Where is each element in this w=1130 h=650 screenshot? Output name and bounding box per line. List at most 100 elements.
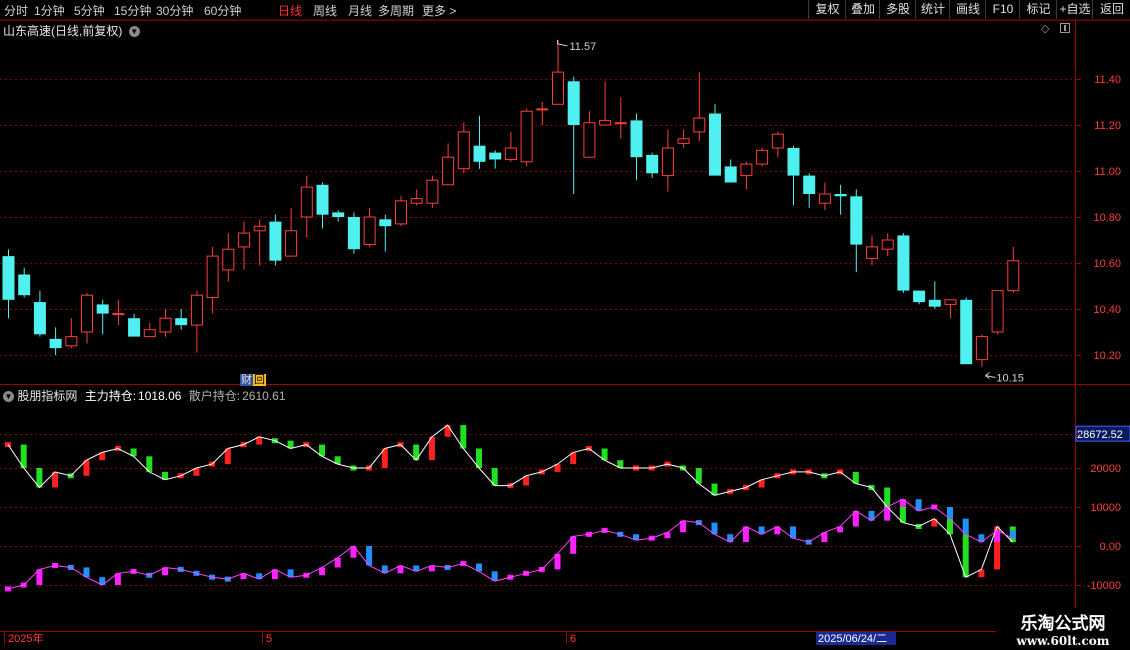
candle-body xyxy=(238,232,250,248)
candle-body xyxy=(881,239,894,250)
candle xyxy=(646,152,659,178)
candle-body xyxy=(300,186,313,218)
watermark-line1: 乐淘公式网 xyxy=(1020,614,1106,634)
high-marker-label: 11.57 xyxy=(570,41,597,53)
chevron-down-icon[interactable]: ▼ xyxy=(3,391,14,403)
watermark-logo: 乐淘公式网 www.60lt.com xyxy=(996,608,1130,650)
candle-body xyxy=(473,145,486,162)
candle xyxy=(567,76,580,194)
candle-body xyxy=(646,154,659,174)
x-tick-label: 2025年 xyxy=(8,631,43,645)
candles xyxy=(2,39,1020,367)
candle xyxy=(473,115,486,169)
candle xyxy=(49,327,62,355)
candle xyxy=(238,221,250,270)
stock-title: 山东高速(日线,前复权) xyxy=(3,24,123,38)
candle xyxy=(897,233,910,293)
candle-body xyxy=(410,198,423,204)
main-label: 主力持仓: xyxy=(84,389,137,403)
x-tick-label: 5 xyxy=(266,633,272,645)
candle-body xyxy=(834,194,847,197)
candle-body xyxy=(630,120,643,158)
candle xyxy=(81,292,93,344)
x-axis-labels: 2025年 5 6 2025/06/24/二 xyxy=(4,631,896,645)
candle xyxy=(457,122,470,174)
candle-body xyxy=(128,318,141,337)
diamond-icon[interactable]: ◇ xyxy=(1041,22,1049,35)
review-tag[interactable]: 回 xyxy=(253,374,266,386)
candle-body xyxy=(332,212,345,217)
candle xyxy=(489,150,502,169)
candle xyxy=(850,189,863,273)
low-marker-label: 10.15 xyxy=(996,373,1024,385)
candle-body xyxy=(866,246,878,259)
candle-body xyxy=(253,225,266,232)
candle-body xyxy=(18,274,31,296)
candle-body xyxy=(316,184,329,215)
candle xyxy=(128,313,141,337)
candle xyxy=(787,145,800,206)
candle xyxy=(206,246,219,314)
finance-tag[interactable]: 财 xyxy=(240,374,253,386)
candle xyxy=(677,129,690,148)
price-tick-label: 11.20 xyxy=(1094,120,1121,132)
candle xyxy=(65,318,78,349)
high-marker-arrow xyxy=(557,39,568,47)
candle xyxy=(520,108,533,167)
candle-body xyxy=(33,302,46,335)
candle-body xyxy=(426,179,439,204)
candle-body xyxy=(913,290,926,303)
indicator-grid xyxy=(0,434,1075,586)
candle xyxy=(661,129,674,192)
candle xyxy=(960,297,973,365)
candle xyxy=(536,102,549,125)
candle xyxy=(834,184,847,215)
candle xyxy=(724,159,737,183)
candle xyxy=(756,148,769,167)
candle-body xyxy=(771,133,784,149)
candle-body xyxy=(1007,260,1020,292)
candle-body xyxy=(489,152,502,160)
indicator-title-row: ▼ 股朋指标网 主力持仓: 1018.06 散户持仓: 2610.61 xyxy=(3,387,286,404)
candle xyxy=(143,322,156,338)
candle-body xyxy=(552,71,564,105)
candle xyxy=(881,233,894,257)
candle-body xyxy=(222,248,235,271)
candle-body xyxy=(49,338,62,349)
candle xyxy=(803,173,816,208)
candle-body xyxy=(818,193,831,204)
candle-body xyxy=(614,122,627,125)
candle-body xyxy=(96,304,109,314)
candle-body xyxy=(159,317,172,333)
candle-body xyxy=(175,318,188,326)
candle xyxy=(269,214,282,266)
candle-body xyxy=(599,119,612,126)
candle-body xyxy=(206,255,219,299)
candle-body xyxy=(724,166,737,183)
price-panel-title: 山东高速(日线,前复权) ▼ xyxy=(3,22,140,39)
candle xyxy=(614,97,627,139)
retail-label: 散户持仓: xyxy=(188,389,241,403)
candle xyxy=(2,249,15,319)
candle-body xyxy=(65,336,78,347)
candle-body xyxy=(363,216,376,246)
candle-body xyxy=(693,117,706,133)
chevron-down-icon[interactable]: ▼ xyxy=(128,26,140,38)
candle xyxy=(379,214,392,252)
candle xyxy=(96,299,109,335)
candle-body xyxy=(756,149,769,165)
candle-body xyxy=(112,313,125,316)
candle xyxy=(190,290,203,353)
candle xyxy=(709,104,721,176)
candle-body xyxy=(787,148,800,176)
indicator-top-value: 28672.52 xyxy=(1077,429,1123,441)
candle xyxy=(112,299,125,326)
extreme-markers: 11.57 10.15 xyxy=(557,39,1024,385)
candle-body xyxy=(975,336,988,361)
panel-toggle-icon[interactable] xyxy=(1060,23,1070,33)
candle xyxy=(771,131,784,158)
indicator-tick-label: 10000 xyxy=(1090,502,1121,514)
price-tick-label: 11.00 xyxy=(1094,166,1121,178)
candle-body xyxy=(143,329,156,338)
candle-body xyxy=(269,221,282,261)
